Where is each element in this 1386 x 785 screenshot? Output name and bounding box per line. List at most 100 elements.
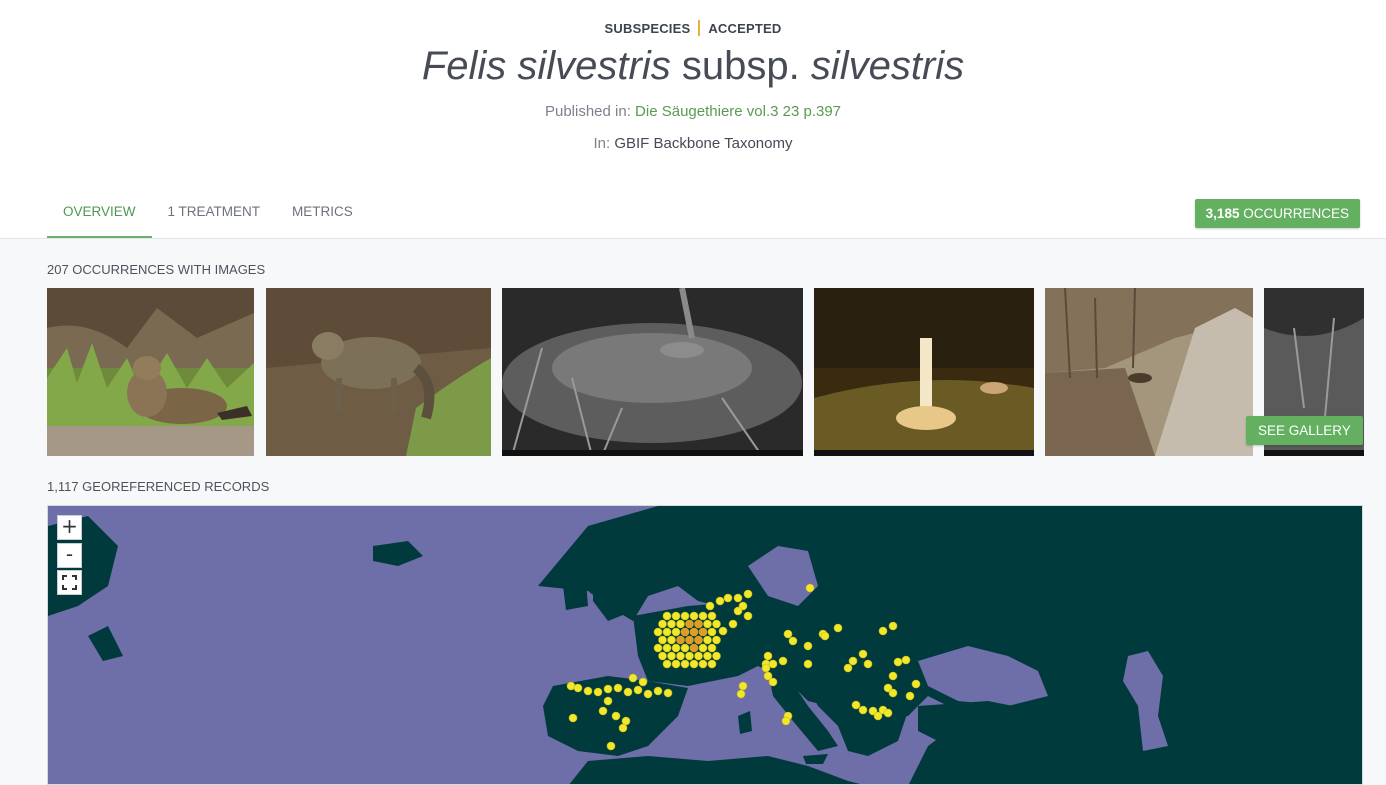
- occurrence-dot: [803, 641, 813, 651]
- occurrence-dot: [689, 627, 699, 637]
- occurrence-dot: [598, 706, 608, 716]
- occurrence-dot: [671, 627, 681, 637]
- occurrence-dot: [888, 621, 898, 631]
- published-reference-link[interactable]: Die Säugethiere vol.3 23 p.397: [635, 103, 841, 120]
- occurrence-dot: [573, 683, 583, 693]
- rank-status-row: SUBSPECIES ACCEPTED: [0, 20, 1386, 36]
- tab-treatment[interactable]: 1 TREATMENT: [152, 190, 277, 238]
- occurrence-dot: [707, 627, 717, 637]
- see-gallery-button[interactable]: SEE GALLERY: [1246, 416, 1363, 445]
- occurrence-dot: [863, 659, 873, 669]
- published-prefix: Published in:: [544, 103, 631, 120]
- occurrence-dot: [712, 619, 721, 629]
- occurrence-dot: [820, 631, 830, 641]
- map-section-label: 1,117 GEOREFERENCED RECORDS: [47, 479, 270, 494]
- occurrence-dot: [662, 627, 672, 637]
- gallery-image[interactable]: [266, 288, 491, 456]
- title-rank-marker: subsp.: [681, 44, 800, 88]
- dataset-link[interactable]: GBIF Backbone Taxonomy: [614, 135, 792, 152]
- occurrence-dot: [743, 589, 753, 599]
- occurrence-dot: [736, 689, 746, 699]
- occurrence-dot: [703, 619, 712, 629]
- occurrence-dot: [685, 619, 694, 629]
- dataset-row: In: GBIF Backbone Taxonomy: [0, 135, 1386, 152]
- occurrence-dot: [707, 659, 717, 669]
- occurrence-dot: [873, 711, 883, 721]
- occurrence-dot: [888, 688, 898, 698]
- occurrence-dot: [676, 635, 685, 645]
- occurrence-dot: [638, 677, 648, 687]
- occurrence-dot: [698, 643, 708, 653]
- gallery-image[interactable]: [502, 288, 803, 456]
- occurrence-dot: [685, 651, 694, 661]
- occurrence-dot: [705, 601, 715, 611]
- occurrence-dot: [703, 635, 712, 645]
- taxon-header: SUBSPECIES ACCEPTED Felis silvestris subs…: [0, 0, 1386, 239]
- camera-trap-photo: [814, 288, 1034, 456]
- occurrence-dot: [653, 643, 663, 653]
- occurrence-dot: [698, 627, 708, 637]
- occurrence-dot: [783, 629, 793, 639]
- tab-metrics[interactable]: METRICS: [276, 190, 369, 238]
- occurrence-dot: [698, 611, 708, 621]
- occurrence-dot: [712, 651, 721, 661]
- occurrence-dot: [662, 643, 672, 653]
- occurrence-dot: [805, 583, 815, 593]
- occurrence-dot: [883, 708, 893, 718]
- occurrence-dot: [583, 686, 593, 696]
- wildcat-photo: [47, 288, 254, 456]
- occurrence-dot: [667, 635, 676, 645]
- occurrence-dot: [623, 687, 633, 697]
- wildcat-on-road-photo: [1045, 288, 1253, 456]
- image-gallery: [47, 288, 1364, 456]
- zoom-in-button[interactable]: +: [57, 515, 82, 540]
- title-subspecies: silvestris: [810, 44, 965, 88]
- gallery-image[interactable]: [1045, 288, 1253, 456]
- occurrence-dot: [763, 651, 773, 661]
- occurrence-dot: [663, 688, 673, 698]
- occurrence-dot: [848, 656, 858, 666]
- occurrence-dot: [738, 681, 748, 691]
- occurrence-dot: [761, 663, 771, 673]
- occurrence-dot: [901, 655, 911, 665]
- occurrence-dot: [768, 677, 778, 687]
- occurrence-dot: [606, 741, 616, 751]
- occurrence-dot: [703, 651, 712, 661]
- occurrence-dot: [685, 635, 694, 645]
- camera-trap-photo: [502, 288, 803, 456]
- occurrence-dot: [676, 619, 685, 629]
- occurrence-dot: [911, 679, 921, 689]
- page-title: Felis silvestris subsp. silvestris: [0, 44, 1386, 89]
- occurrence-dot: [676, 651, 685, 661]
- occurrence-dot: [888, 671, 898, 681]
- occurrence-dot: [712, 635, 721, 645]
- occurrence-dot: [680, 611, 690, 621]
- occurrence-dot: [778, 656, 788, 666]
- occurrence-dot: [662, 659, 672, 669]
- occurrence-dot: [667, 651, 676, 661]
- occurrence-dot: [671, 611, 681, 621]
- occurrence-dot: [667, 619, 676, 629]
- occurrence-dot: [781, 716, 791, 726]
- dataset-prefix: In:: [593, 135, 611, 152]
- occurrence-dot: [833, 623, 843, 633]
- occurrence-dot: [694, 651, 703, 661]
- tab-overview[interactable]: OVERVIEW: [47, 190, 152, 238]
- occurrence-map[interactable]: + -: [47, 505, 1363, 785]
- occurrence-dot: [843, 663, 853, 673]
- occurrence-dot: [905, 691, 915, 701]
- occurrence-dot: [728, 619, 738, 629]
- occurrence-dot: [733, 593, 743, 603]
- occurrence-dot: [743, 611, 753, 621]
- occurrence-dot: [694, 635, 703, 645]
- gallery-image[interactable]: [47, 288, 254, 456]
- occurrence-dot: [878, 626, 888, 636]
- zoom-out-button[interactable]: -: [57, 543, 82, 568]
- occurrence-dot: [658, 619, 667, 629]
- fullscreen-button[interactable]: [57, 570, 82, 595]
- gallery-image[interactable]: [814, 288, 1034, 456]
- occurrence-dot: [707, 611, 717, 621]
- occurrence-dot: [680, 659, 690, 669]
- occurrence-dot: [618, 723, 628, 733]
- occurrences-button[interactable]: 3,185 OCCURRENCES: [1194, 199, 1360, 228]
